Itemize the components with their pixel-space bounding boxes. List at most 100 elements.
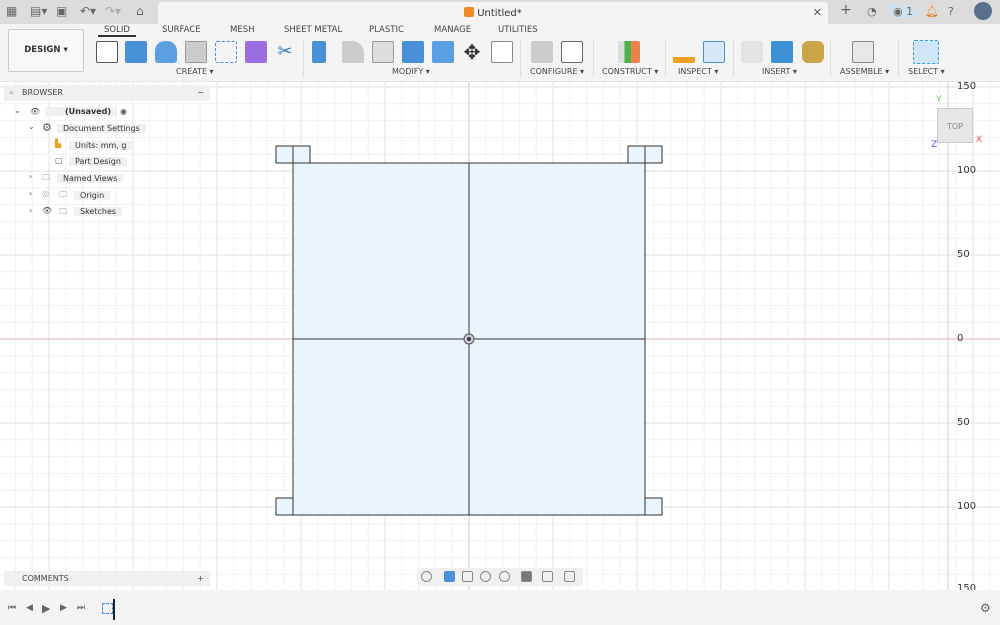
inspect-menu[interactable]: INSPECT ▾: [678, 67, 718, 76]
file-menu-icon[interactable]: ▤▾: [30, 4, 47, 18]
browser-node-origin[interactable]: Origin: [74, 188, 111, 203]
measure-icon[interactable]: [673, 41, 695, 63]
close-tab-icon[interactable]: ✕: [813, 6, 822, 19]
pattern-icon[interactable]: [215, 41, 237, 63]
chevron-right-icon[interactable]: ›: [29, 206, 32, 215]
mirror-icon[interactable]: ✂: [274, 41, 296, 63]
play-icon[interactable]: ▶: [42, 602, 50, 615]
step-forward-icon[interactable]: ▶: [60, 603, 67, 613]
chevron-right-icon[interactable]: ›: [29, 189, 32, 198]
minimize-panel-icon[interactable]: −: [197, 85, 204, 101]
document-tab[interactable]: Untitled* ✕: [158, 2, 828, 24]
home-icon[interactable]: ⌂: [136, 4, 144, 18]
browser-node-document-settings[interactable]: Document Settings: [57, 121, 146, 136]
notifications-icon[interactable]: 🔔︎: [925, 5, 939, 18]
insert-menu[interactable]: INSERT ▾: [762, 67, 797, 76]
help-icon[interactable]: ?: [948, 5, 954, 18]
zoom-icon[interactable]: [480, 571, 491, 582]
eye-icon[interactable]: 👁︎: [42, 206, 52, 215]
step-back-icon[interactable]: ◀: [26, 603, 33, 613]
grid-settings-icon[interactable]: [542, 571, 553, 582]
save-icon[interactable]: ▣: [56, 4, 67, 18]
create-menu[interactable]: CREATE ▾: [176, 67, 214, 76]
press-pull-icon[interactable]: [312, 41, 326, 63]
workspace-switcher[interactable]: DESIGN ▾: [8, 29, 84, 72]
timeline-settings-icon[interactable]: ⚙: [980, 601, 991, 615]
insert-mesh-icon[interactable]: [802, 41, 824, 63]
apps-grid-icon[interactable]: ▦: [6, 4, 17, 18]
assemble-menu[interactable]: ASSEMBLE ▾: [840, 67, 889, 76]
eye-icon[interactable]: 👁︎: [30, 107, 40, 116]
tab-solid[interactable]: SOLID: [98, 25, 136, 37]
online-users-badge[interactable]: ◉ 1: [889, 5, 918, 18]
insert-canvas-icon[interactable]: [771, 41, 793, 63]
chevron-down-icon[interactable]: ⌄: [14, 106, 21, 115]
active-component-radio[interactable]: ◉: [120, 107, 127, 116]
job-status-icon[interactable]: ◔: [867, 5, 877, 18]
fit-icon[interactable]: [499, 571, 510, 582]
canvas-viewport[interactable]: [0, 82, 1000, 590]
offset-plane-icon[interactable]: [618, 41, 640, 63]
comments-panel-header: COMMENTS +: [4, 571, 210, 586]
timeline-marker[interactable]: [113, 599, 115, 620]
look-at-icon[interactable]: [444, 571, 455, 582]
browser-node-named-views[interactable]: Named Views: [57, 171, 124, 186]
orbit-icon[interactable]: [421, 571, 432, 582]
modify-menu[interactable]: MODIFY ▾: [392, 67, 430, 76]
viewcube[interactable]: TOP: [937, 108, 973, 143]
configuration-table-icon[interactable]: [561, 41, 583, 63]
panel-collapse-icon[interactable]: «: [9, 85, 14, 101]
sketch-feature-icon[interactable]: [102, 603, 113, 614]
configure-icon[interactable]: [531, 41, 553, 63]
add-comment-icon[interactable]: +: [197, 571, 204, 586]
timeline: ⏮ ◀ ▶ ▶ ⏭ ⚙: [0, 590, 1000, 625]
tab-utilities[interactable]: UTILITIES: [498, 25, 538, 35]
ruler-label: 50: [957, 249, 970, 260]
browser-node-sketches[interactable]: Sketches: [74, 204, 123, 219]
joint-icon[interactable]: [852, 41, 874, 63]
ruler-label: 100: [957, 501, 977, 512]
construct-menu[interactable]: CONSTRUCT ▾: [602, 67, 658, 76]
insert-derive-icon[interactable]: [741, 41, 763, 63]
comments-title: COMMENTS: [22, 574, 69, 583]
pan-icon[interactable]: [462, 571, 473, 582]
viewports-icon[interactable]: [564, 571, 575, 582]
move-icon[interactable]: ✥: [461, 41, 483, 63]
create-sketch-icon[interactable]: [96, 41, 118, 63]
create-form-icon[interactable]: [245, 41, 267, 63]
tab-mesh[interactable]: MESH: [230, 25, 255, 35]
combine-icon[interactable]: [402, 41, 424, 63]
undo-icon[interactable]: ↶▾: [80, 4, 96, 18]
eye-hidden-icon[interactable]: ◎: [42, 189, 49, 198]
browser-root-node[interactable]: (Unsaved): [45, 104, 118, 119]
section-analysis-icon[interactable]: [703, 41, 725, 63]
shell-icon[interactable]: [372, 41, 394, 63]
parameters-table-icon[interactable]: [491, 41, 513, 63]
browser-node-part-design[interactable]: Part Design: [69, 154, 127, 169]
split-body-icon[interactable]: [432, 41, 454, 63]
sketch-corner-square: [275, 497, 294, 516]
configure-menu[interactable]: CONFIGURE ▾: [530, 67, 584, 76]
fillet-icon[interactable]: [342, 41, 364, 63]
avatar[interactable]: [974, 2, 992, 20]
window-select-icon[interactable]: [913, 40, 939, 64]
display-settings-icon[interactable]: [521, 571, 532, 582]
go-to-start-icon[interactable]: ⏮: [8, 603, 16, 613]
new-tab-icon[interactable]: +: [840, 2, 852, 18]
extrude-icon[interactable]: [125, 41, 147, 63]
select-menu[interactable]: SELECT ▾: [908, 67, 945, 76]
tab-sheet-metal[interactable]: SHEET METAL: [284, 25, 342, 35]
go-to-end-icon[interactable]: ⏭: [77, 603, 85, 613]
hole-icon[interactable]: [185, 41, 207, 63]
revolve-icon[interactable]: [155, 41, 177, 63]
tab-manage[interactable]: MANAGE: [434, 25, 471, 35]
tab-surface[interactable]: SURFACE: [162, 25, 201, 35]
chevron-down-icon[interactable]: ⌄: [28, 122, 35, 131]
units-icon: ▙: [55, 139, 62, 148]
browser-node-units[interactable]: Units: mm, g: [69, 138, 133, 153]
redo-icon[interactable]: ↷▾: [105, 4, 121, 18]
ruler-label: 50: [957, 417, 970, 428]
viewcube-face-top[interactable]: TOP: [947, 122, 963, 131]
chevron-right-icon[interactable]: ›: [29, 172, 32, 181]
tab-plastic[interactable]: PLASTIC: [369, 25, 404, 35]
